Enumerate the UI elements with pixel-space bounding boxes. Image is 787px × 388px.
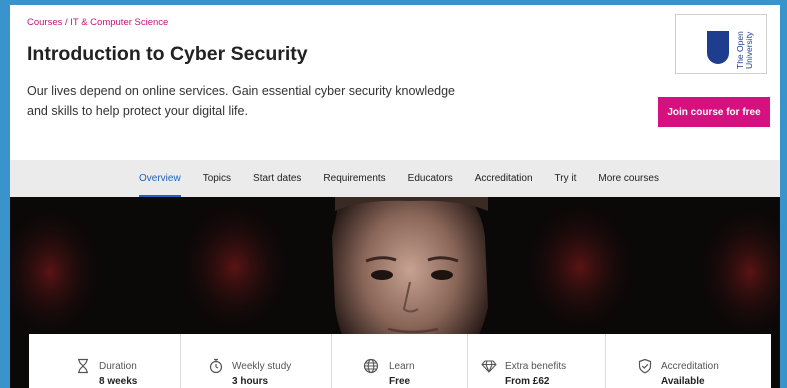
tab-start-dates[interactable]: Start dates bbox=[242, 160, 312, 197]
tab-more-courses[interactable]: More courses bbox=[587, 160, 670, 197]
shield-check-icon bbox=[638, 358, 652, 374]
breadcrumb-courses-link[interactable]: Courses bbox=[27, 17, 62, 28]
course-header: Courses / IT & Computer Science Introduc… bbox=[10, 5, 780, 160]
stat-divider bbox=[605, 334, 606, 388]
stat-extra-benefits-label: Extra benefits bbox=[505, 361, 567, 372]
stat-duration-value: 8 weeks bbox=[99, 376, 138, 387]
tab-educators[interactable]: Educators bbox=[397, 160, 464, 197]
tab-topics[interactable]: Topics bbox=[192, 160, 242, 197]
course-title: Introduction to Cyber Security bbox=[27, 43, 308, 65]
stat-weekly-study: Weekly study 3 hours bbox=[180, 334, 330, 388]
stat-accreditation-value: Available bbox=[661, 376, 705, 387]
stopwatch-icon bbox=[209, 358, 223, 374]
globe-icon bbox=[363, 358, 379, 374]
course-description: Our lives depend on online services. Gai… bbox=[27, 84, 456, 118]
diamond-icon bbox=[481, 360, 497, 373]
stat-accreditation: Accreditation Available bbox=[605, 334, 771, 388]
stat-extra-benefits-value: From £62 bbox=[505, 376, 550, 387]
page-frame: Courses / IT & Computer Science Introduc… bbox=[10, 5, 780, 388]
stat-divider bbox=[467, 334, 468, 388]
open-university-logo[interactable]: The Open University bbox=[675, 14, 767, 74]
stat-divider bbox=[180, 334, 181, 388]
stat-duration-label: Duration bbox=[99, 361, 137, 372]
tab-requirements[interactable]: Requirements bbox=[312, 160, 396, 197]
breadcrumb-separator: / bbox=[65, 17, 68, 28]
breadcrumb-category-link[interactable]: IT & Computer Science bbox=[70, 17, 168, 28]
tab-try-it[interactable]: Try it bbox=[544, 160, 588, 197]
course-stats-bar: Duration 8 weeks Weekly study 3 hours Le… bbox=[29, 334, 771, 388]
tab-overview[interactable]: Overview bbox=[128, 160, 192, 197]
hourglass-icon bbox=[78, 358, 88, 374]
logo-text-line2: University bbox=[744, 31, 754, 69]
breadcrumb: Courses / IT & Computer Science bbox=[27, 17, 168, 28]
open-university-logo-graphic: The Open University bbox=[707, 31, 754, 69]
stat-learn-label: Learn bbox=[389, 361, 415, 372]
join-course-button[interactable]: Join course for free bbox=[658, 97, 770, 127]
stat-extra-benefits: Extra benefits From £62 bbox=[467, 334, 611, 388]
stat-accreditation-label: Accreditation bbox=[661, 361, 719, 372]
stat-weekly-study-value: 3 hours bbox=[232, 376, 269, 387]
stat-learn-value: Free bbox=[389, 376, 411, 387]
course-tabs-nav: Overview Topics Start dates Requirements… bbox=[10, 160, 780, 197]
stat-weekly-study-label: Weekly study bbox=[232, 361, 292, 372]
stat-divider bbox=[331, 334, 332, 388]
tab-accreditation[interactable]: Accreditation bbox=[464, 160, 544, 197]
stat-learn: Learn Free bbox=[331, 334, 471, 388]
stat-duration: Duration 8 weeks bbox=[29, 334, 174, 388]
